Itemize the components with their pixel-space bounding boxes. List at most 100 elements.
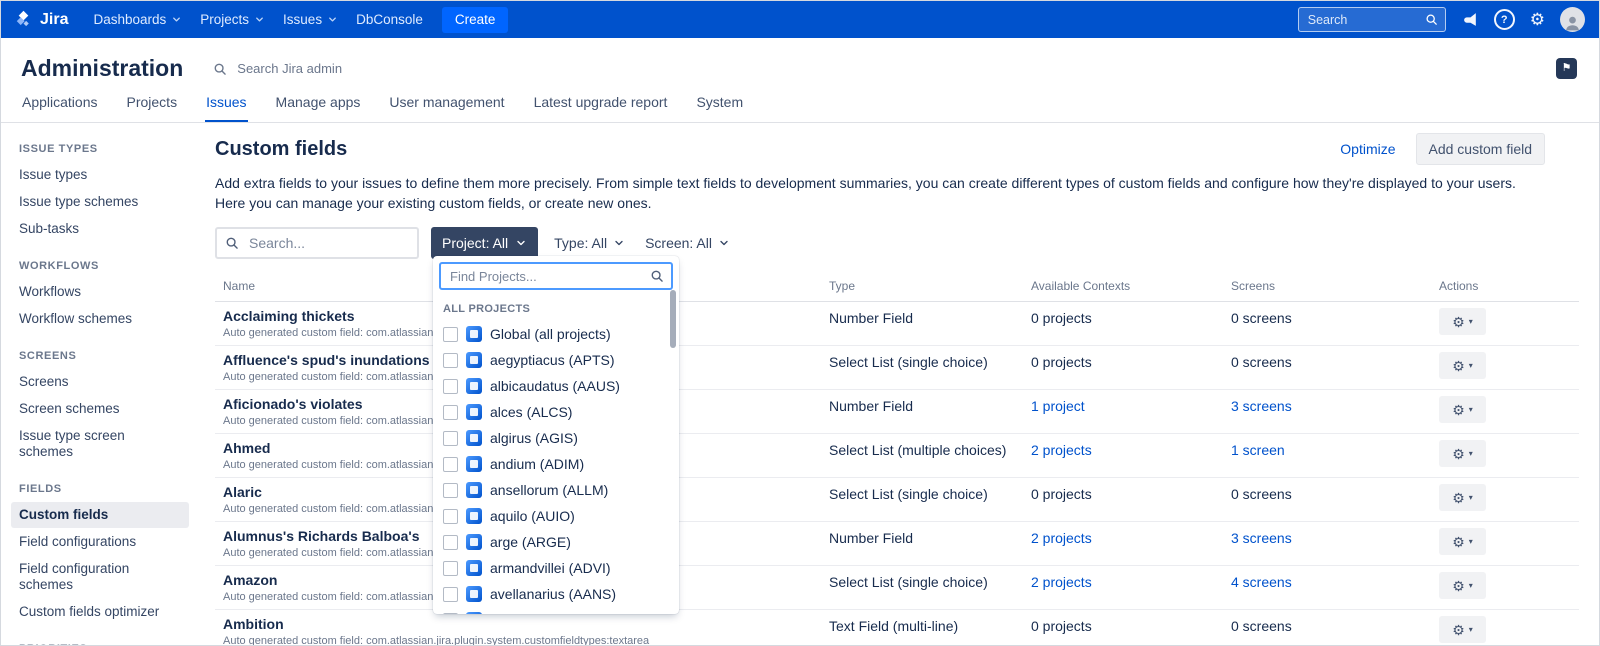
- project-option-label: aquilo (AUIO): [490, 508, 575, 524]
- project-option[interactable]: albicaudatus (AAUS): [433, 373, 679, 399]
- option-checkbox[interactable]: [443, 352, 458, 368]
- project-avatar-icon: [466, 508, 482, 524]
- project-option[interactable]: arge (ARGE): [433, 529, 679, 555]
- announcement-icon[interactable]: [1462, 11, 1479, 28]
- field-contexts-link[interactable]: 2 projects: [1023, 440, 1223, 472]
- tab-system[interactable]: System: [695, 92, 744, 122]
- project-avatar-icon: [466, 326, 482, 342]
- option-checkbox[interactable]: [443, 482, 458, 498]
- option-checkbox[interactable]: [443, 430, 458, 446]
- nav-issues[interactable]: Issues: [274, 7, 347, 32]
- sidebar-item-issue-type-schemes[interactable]: Issue type schemes: [11, 189, 189, 215]
- help-icon[interactable]: [1493, 9, 1515, 30]
- tab-projects[interactable]: Projects: [126, 92, 179, 122]
- settings-gear-icon[interactable]: [1530, 10, 1545, 30]
- custom-field-search-input[interactable]: [247, 234, 409, 252]
- project-option[interactable]: armandvillei (ADVI): [433, 555, 679, 581]
- field-screens-link[interactable]: 1 screen: [1223, 440, 1431, 472]
- project-option[interactable]: [433, 607, 679, 614]
- option-checkbox[interactable]: [443, 534, 458, 550]
- field-contexts: 0 projects: [1031, 354, 1092, 370]
- project-option[interactable]: ansellorum (ALLM): [433, 477, 679, 503]
- sidebar-item-screens[interactable]: Screens: [11, 369, 189, 395]
- project-option[interactable]: algirus (AGIS): [433, 425, 679, 451]
- navbar-search-input[interactable]: [1305, 11, 1419, 28]
- project-find-field[interactable]: [439, 262, 673, 290]
- field-contexts-link[interactable]: 2 projects: [1023, 572, 1223, 604]
- row-actions-button[interactable]: [1439, 440, 1486, 467]
- chevron-down-icon: [1469, 362, 1473, 370]
- row-actions-button[interactable]: [1439, 308, 1486, 335]
- option-checkbox[interactable]: [443, 404, 458, 420]
- project-option-label: albicaudatus (AAUS): [490, 378, 620, 394]
- sidebar-item-issue-types[interactable]: Issue types: [11, 162, 189, 188]
- row-actions-button[interactable]: [1439, 572, 1486, 599]
- tab-manage-apps[interactable]: Manage apps: [275, 92, 362, 122]
- admin-search-input[interactable]: [235, 60, 420, 77]
- optimize-link[interactable]: Optimize: [1340, 141, 1395, 157]
- option-checkbox[interactable]: [443, 586, 458, 602]
- row-actions-button[interactable]: [1439, 528, 1486, 555]
- chevron-down-icon: [1469, 494, 1473, 502]
- sidebar-item-workflow-schemes[interactable]: Workflow schemes: [11, 306, 189, 332]
- option-checkbox[interactable]: [443, 612, 458, 614]
- sidebar-item-custom-fields[interactable]: Custom fields: [11, 502, 189, 528]
- field-contexts-link[interactable]: 1 project: [1023, 396, 1223, 428]
- field-contexts-link[interactable]: 2 projects: [1023, 528, 1223, 560]
- field-screens-link[interactable]: 4 screens: [1223, 572, 1431, 604]
- jira-logo[interactable]: Jira: [13, 9, 68, 30]
- sidebar-item-custom-fields-optimizer[interactable]: Custom fields optimizer: [11, 599, 189, 625]
- flag-icon[interactable]: [1556, 58, 1577, 79]
- add-custom-field-button[interactable]: Add custom field: [1415, 133, 1545, 165]
- sidebar-item-field-configuration-schemes[interactable]: Field configuration schemes: [11, 556, 189, 598]
- sidebar-item-field-configurations[interactable]: Field configurations: [11, 529, 189, 555]
- tab-latest-upgrade-report[interactable]: Latest upgrade report: [533, 92, 669, 122]
- row-actions-button[interactable]: [1439, 352, 1486, 379]
- sidebar-item-issue-type-screen-schemes[interactable]: Issue type screen schemes: [11, 423, 189, 465]
- row-actions-button[interactable]: [1439, 484, 1486, 511]
- nav-projects[interactable]: Projects: [191, 7, 274, 32]
- project-option[interactable]: aegyptiacus (APTS): [433, 347, 679, 373]
- tab-issues[interactable]: Issues: [205, 92, 247, 122]
- option-checkbox[interactable]: [443, 508, 458, 524]
- nav-dbconsole-label: DbConsole: [356, 12, 423, 27]
- row-actions-button[interactable]: [1439, 396, 1486, 423]
- gear-icon: [1452, 623, 1465, 637]
- project-option[interactable]: alces (ALCS): [433, 399, 679, 425]
- admin-tabs: Applications Projects Issues Manage apps…: [1, 92, 1599, 123]
- admin-search[interactable]: [213, 60, 420, 77]
- field-screens-link[interactable]: 3 screens: [1223, 528, 1431, 560]
- custom-field-search[interactable]: [215, 227, 419, 259]
- row-actions-button[interactable]: [1439, 616, 1486, 643]
- screen-filter-button[interactable]: Screen: All: [641, 235, 734, 251]
- dropdown-group-label: ALL PROJECTS: [443, 303, 531, 315]
- project-option-global[interactable]: Global (all projects): [433, 321, 679, 347]
- nav-dbconsole[interactable]: DbConsole: [347, 7, 432, 32]
- project-option[interactable]: avellanarius (AANS): [433, 581, 679, 607]
- option-checkbox[interactable]: [443, 378, 458, 394]
- field-type: Select List (multiple choices): [829, 442, 1007, 458]
- tab-user-management[interactable]: User management: [388, 92, 505, 122]
- project-option[interactable]: andium (ADIM): [433, 451, 679, 477]
- user-avatar[interactable]: [1560, 7, 1585, 32]
- tab-applications[interactable]: Applications: [21, 92, 99, 122]
- project-filter-button[interactable]: Project: All: [431, 227, 539, 259]
- project-find-input[interactable]: [448, 267, 644, 285]
- nav-dashboards[interactable]: Dashboards: [84, 7, 191, 32]
- field-screens-link[interactable]: 3 screens: [1223, 396, 1431, 428]
- page-description: Add extra fields to your issues to defin…: [215, 175, 1516, 211]
- option-checkbox[interactable]: [443, 560, 458, 576]
- create-button[interactable]: Create: [441, 6, 509, 33]
- project-option[interactable]: aquilo (AUIO): [433, 503, 679, 529]
- option-checkbox[interactable]: [443, 456, 458, 472]
- option-checkbox[interactable]: [443, 326, 458, 342]
- dropdown-scrollbar-thumb[interactable]: [670, 290, 676, 348]
- sidebar-item-workflows[interactable]: Workflows: [11, 279, 189, 305]
- page-body: ISSUE TYPES Issue types Issue type schem…: [1, 123, 1599, 645]
- gear-icon: [1452, 579, 1465, 593]
- navbar-search[interactable]: [1297, 7, 1446, 32]
- sidebar-item-sub-tasks[interactable]: Sub-tasks: [11, 216, 189, 242]
- type-filter-button[interactable]: Type: All: [550, 235, 629, 251]
- chevron-down-icon: [1469, 626, 1473, 634]
- sidebar-item-screen-schemes[interactable]: Screen schemes: [11, 396, 189, 422]
